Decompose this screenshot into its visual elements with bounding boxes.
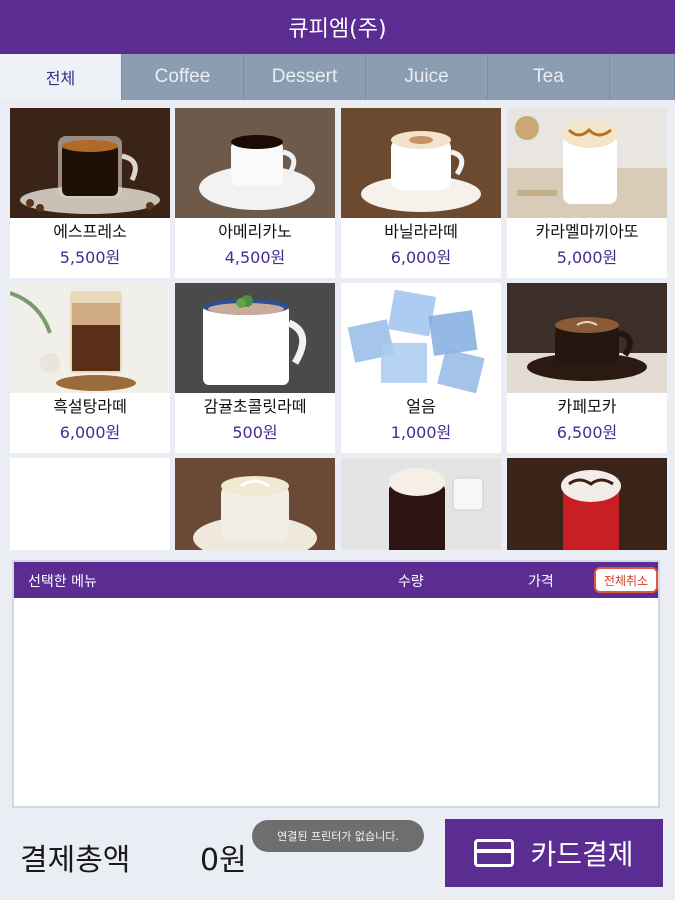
column-price: 가격 bbox=[528, 574, 554, 590]
column-quantity: 수량 bbox=[398, 574, 424, 590]
menu-name: 얼음 bbox=[406, 397, 436, 416]
menu-price: 5,500원 bbox=[59, 248, 121, 267]
card-payment-label: 카드결제 bbox=[530, 838, 634, 871]
menu-grid: 에스프레소 5,500원 아메리카노 4,500원 바닐라라떼 6,000원 카… bbox=[0, 100, 675, 550]
cafe-mocha-image bbox=[507, 283, 667, 393]
menu-price: 4,500원 bbox=[224, 248, 286, 267]
order-section: 선택한 메뉴 수량 가격 전체취소 결제총액 0원 연결된 프린터가 없습니다.… bbox=[0, 550, 675, 900]
order-list-header: 선택한 메뉴 수량 가격 전체취소 bbox=[14, 562, 658, 598]
menu-price: 1,000원 bbox=[390, 423, 452, 442]
menu-card-americano[interactable]: 아메리카노 4,500원 bbox=[175, 108, 335, 278]
menu-item-image bbox=[175, 458, 335, 550]
menu-price: 500원 bbox=[232, 423, 278, 442]
menu-card-tangerine-choco-latte[interactable]: 감귤초콜릿라떼 500원 bbox=[175, 283, 335, 453]
tab-overflow[interactable] bbox=[610, 54, 675, 100]
category-tabs: 전체 Coffee Dessert Juice Tea bbox=[0, 54, 675, 100]
menu-name: 카페모카 bbox=[557, 397, 617, 416]
menu-card-row3-2[interactable] bbox=[175, 458, 335, 550]
menu-card-row3-3[interactable] bbox=[341, 458, 501, 550]
menu-name: 카라멜마끼아또 bbox=[535, 222, 639, 241]
column-menu: 선택한 메뉴 bbox=[28, 574, 97, 590]
americano-image bbox=[175, 108, 335, 218]
tab-all[interactable]: 전체 bbox=[0, 54, 122, 100]
menu-name: 에스프레소 bbox=[53, 222, 127, 241]
menu-price: 5,000원 bbox=[556, 248, 618, 267]
tab-dessert[interactable]: Dessert bbox=[244, 54, 366, 100]
total-amount: 0원 bbox=[200, 843, 247, 878]
total-label: 결제총액 bbox=[20, 843, 131, 878]
credit-card-icon bbox=[474, 839, 515, 867]
tab-coffee[interactable]: Coffee bbox=[122, 54, 244, 100]
app-header: 큐피엠(주) bbox=[0, 0, 675, 54]
menu-price: 6,500원 bbox=[556, 423, 618, 442]
menu-name: 바닐라라떼 bbox=[384, 222, 458, 241]
tab-tea[interactable]: Tea bbox=[488, 54, 610, 100]
menu-card-empty bbox=[10, 458, 170, 550]
menu-item-image bbox=[341, 458, 501, 550]
card-payment-button[interactable]: 카드결제 bbox=[445, 819, 663, 887]
tangerine-choco-latte-image bbox=[175, 283, 335, 393]
menu-item-image bbox=[507, 458, 667, 550]
menu-price: 6,000원 bbox=[59, 423, 121, 442]
caramel-macchiato-image bbox=[507, 108, 667, 218]
ice-image bbox=[341, 283, 501, 393]
menu-name: 아메리카노 bbox=[218, 222, 292, 241]
tab-juice[interactable]: Juice bbox=[366, 54, 488, 100]
menu-card-espresso[interactable]: 에스프레소 5,500원 bbox=[10, 108, 170, 278]
menu-card-caramel-macchiato[interactable]: 카라멜마끼아또 5,000원 bbox=[507, 108, 667, 278]
menu-name: 흑설탕라떼 bbox=[53, 397, 127, 416]
order-list-panel: 선택한 메뉴 수량 가격 전체취소 bbox=[12, 560, 660, 808]
menu-card-cafe-mocha[interactable]: 카페모카 6,500원 bbox=[507, 283, 667, 453]
toast-text: 연결된 프린터가 없습니다. bbox=[277, 830, 399, 843]
menu-price: 6,000원 bbox=[390, 248, 452, 267]
cancel-all-button[interactable]: 전체취소 bbox=[594, 567, 658, 593]
menu-card-row3-4[interactable] bbox=[507, 458, 667, 550]
menu-card-ice[interactable]: 얼음 1,000원 bbox=[341, 283, 501, 453]
vanilla-latte-image bbox=[341, 108, 501, 218]
espresso-image bbox=[10, 108, 170, 218]
menu-name: 감귤초콜릿라떼 bbox=[203, 397, 307, 416]
app-title: 큐피엠(주) bbox=[288, 17, 387, 42]
brown-sugar-latte-image bbox=[10, 283, 170, 393]
printer-toast: 연결된 프린터가 없습니다. bbox=[252, 820, 424, 852]
menu-card-brown-sugar-latte[interactable]: 흑설탕라떼 6,000원 bbox=[10, 283, 170, 453]
menu-card-vanilla-latte[interactable]: 바닐라라떼 6,000원 bbox=[341, 108, 501, 278]
